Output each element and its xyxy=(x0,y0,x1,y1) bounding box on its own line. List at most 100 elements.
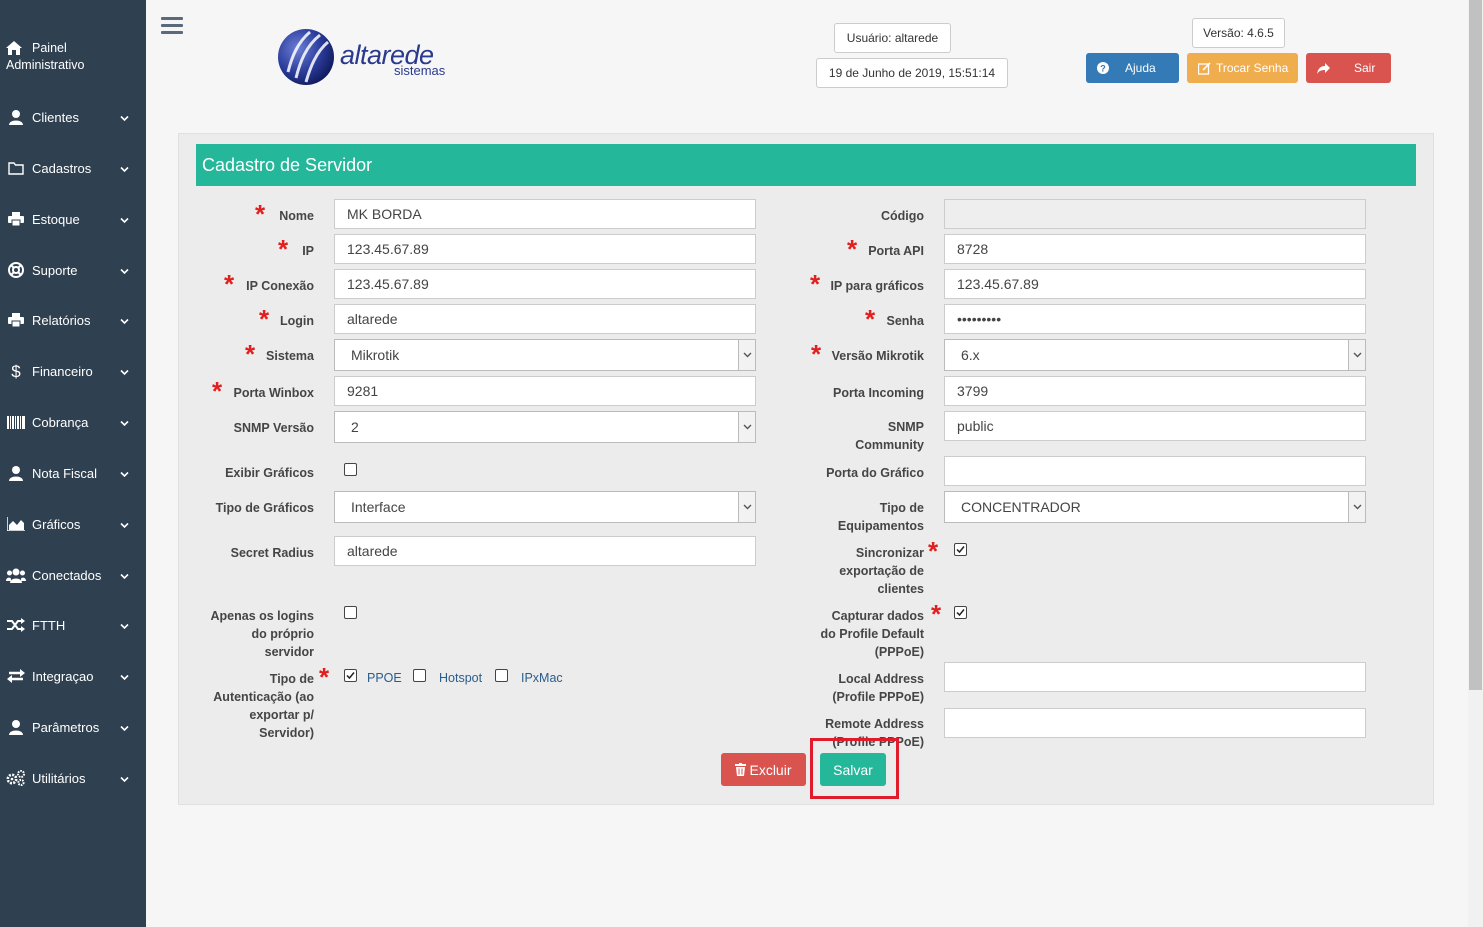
chevron-down-icon xyxy=(120,568,129,583)
svg-text:?: ? xyxy=(1100,64,1106,74)
sidebar-item-label: Gráficos xyxy=(32,516,81,532)
required-marker: * xyxy=(255,199,266,229)
logo-globe-icon xyxy=(278,29,334,85)
sidebar-item-label-2: Administrativo xyxy=(6,58,85,72)
sidebar-item-7[interactable]: Nota Fiscal xyxy=(0,453,146,493)
login-input[interactable]: altarede xyxy=(334,304,756,334)
auth-0-checkbox[interactable] xyxy=(344,669,357,682)
sistema-label: Sistema xyxy=(266,349,314,363)
local-address-input[interactable] xyxy=(944,662,1366,692)
sidebar-item-11[interactable]: Integraçao xyxy=(0,656,146,696)
menu-toggle-icon[interactable] xyxy=(161,17,183,37)
snmp-versao-select[interactable]: 2 xyxy=(334,411,756,443)
porta-winbox-input[interactable]: 9281 xyxy=(334,376,756,406)
codigo-label: Código xyxy=(880,209,924,223)
help-button[interactable]: ? Ajuda xyxy=(1086,53,1179,83)
porta-api-input[interactable]: 8728 xyxy=(944,234,1366,264)
versao-mikrotik-select[interactable]: 6.x xyxy=(944,339,1366,371)
lifebuoy-icon xyxy=(6,262,26,278)
capturar-label: Capturar dados do Profile Default (PPPoE) xyxy=(820,609,924,659)
sidebar-item-label: Cobrança xyxy=(32,414,89,430)
codigo-input[interactable] xyxy=(944,199,1366,229)
sidebar-item-label: Conectados xyxy=(32,567,102,583)
required-marker: * xyxy=(811,339,822,369)
sidebar-item-label: Parâmetros xyxy=(32,719,100,735)
auth-2-checkbox[interactable] xyxy=(495,669,508,682)
save-button-highlight xyxy=(810,738,899,799)
sistema-select[interactable]: Mikrotik xyxy=(334,339,756,371)
chevron-down-icon xyxy=(120,466,129,481)
required-marker: * xyxy=(865,304,876,334)
secret-radius-input[interactable]: altarede xyxy=(334,536,756,566)
porta-grafico-label: Porta do Gráfico xyxy=(826,466,924,480)
chevron-down-icon xyxy=(120,110,129,125)
change-password-button[interactable]: Trocar Senha xyxy=(1187,53,1298,83)
required-marker: * xyxy=(245,339,256,369)
sidebar-item-label: Nota Fiscal xyxy=(32,465,98,481)
tipo-equipamentos-label: Tipo de Equipamentos xyxy=(837,501,924,533)
chevron-down-icon xyxy=(120,212,129,227)
tipo-equipamentos-select[interactable]: CONCENTRADOR xyxy=(944,491,1366,523)
ip-conexao-input[interactable]: 123.45.67.89 xyxy=(334,269,756,299)
sidebar-item-label: Cadastros xyxy=(32,160,92,176)
cogs-icon xyxy=(6,770,26,786)
sidebar-item-8[interactable]: Gráficos xyxy=(0,504,146,544)
barcode-icon xyxy=(6,415,26,429)
sidebar-item-label: Relatórios xyxy=(32,312,91,328)
datetime-badge: 19 de Junho de 2019, 15:51:14 xyxy=(816,58,1008,88)
sidebar-item-2[interactable]: Estoque xyxy=(0,199,146,239)
sidebar-item-5[interactable]: $ Financeiro xyxy=(0,351,146,391)
sidebar-item-12[interactable]: Parâmetros xyxy=(0,707,146,747)
ip-input[interactable]: 123.45.67.89 xyxy=(334,234,756,264)
porta-incoming-input[interactable]: 3799 xyxy=(944,376,1366,406)
apenas-logins-checkbox[interactable] xyxy=(344,606,357,619)
secret-radius-label: Secret Radius xyxy=(230,546,314,560)
required-marker: * xyxy=(224,269,235,299)
sidebar-item-1[interactable]: Cadastros xyxy=(0,148,146,188)
versao-mikrotik-label: Versão Mikrotik xyxy=(831,349,924,363)
chevron-down-icon xyxy=(1348,340,1365,370)
exibir-graficos-checkbox[interactable] xyxy=(344,463,357,476)
sidebar-item-3[interactable]: Suporte xyxy=(0,250,146,290)
sidebar-item-0[interactable]: Clientes xyxy=(0,97,146,137)
logout-button[interactable]: Sair xyxy=(1306,53,1391,83)
required-marker: * xyxy=(847,234,858,264)
user-icon xyxy=(6,109,26,125)
sidebar-item-10[interactable]: FTTH xyxy=(0,605,146,645)
sidebar-item-painel[interactable]: Painel xyxy=(6,40,67,58)
trash-icon xyxy=(735,763,747,776)
auth-1-checkbox[interactable] xyxy=(413,669,426,682)
chevron-down-icon xyxy=(120,720,129,735)
sincronizar-label: Sincronizar exportação de clientes xyxy=(839,546,924,596)
ip-graficos-input[interactable]: 123.45.67.89 xyxy=(944,269,1366,299)
chevron-down-icon xyxy=(120,313,129,328)
sidebar-item-9[interactable]: Conectados xyxy=(0,555,146,595)
area-chart-icon xyxy=(6,517,26,531)
capturar-checkbox[interactable] xyxy=(954,606,967,619)
required-marker: * xyxy=(810,269,821,299)
nome-input[interactable]: MK BORDA xyxy=(334,199,756,229)
snmp-community-label: SNMP Community xyxy=(855,420,924,452)
sincronizar-checkbox[interactable] xyxy=(954,543,967,556)
sidebar-item-4[interactable]: Relatórios xyxy=(0,300,146,340)
print-icon xyxy=(6,313,26,327)
sidebar-item-label: Estoque xyxy=(32,211,80,227)
exchange-icon xyxy=(6,669,26,683)
remote-address-input[interactable] xyxy=(944,708,1366,738)
exibir-graficos-label: Exibir Gráficos xyxy=(225,466,314,480)
senha-input[interactable]: ••••••••• xyxy=(944,304,1366,334)
snmp-community-input[interactable]: public xyxy=(944,411,1366,441)
chevron-down-icon xyxy=(120,669,129,684)
required-marker: * xyxy=(319,662,330,692)
required-marker: * xyxy=(928,536,939,566)
porta-grafico-input[interactable] xyxy=(944,456,1366,486)
chevron-down-icon xyxy=(1348,492,1365,522)
sidebar-item-6[interactable]: Cobrança xyxy=(0,402,146,442)
question-circle-icon: ? xyxy=(1097,62,1111,74)
tipo-graficos-select[interactable]: Interface xyxy=(334,491,756,523)
shuffle-icon xyxy=(6,618,26,632)
scrollbar-thumb[interactable] xyxy=(1469,0,1482,690)
chevron-down-icon xyxy=(738,340,755,370)
delete-button[interactable]: Excluir xyxy=(721,753,806,786)
sidebar-item-13[interactable]: Utilitários xyxy=(0,758,146,798)
